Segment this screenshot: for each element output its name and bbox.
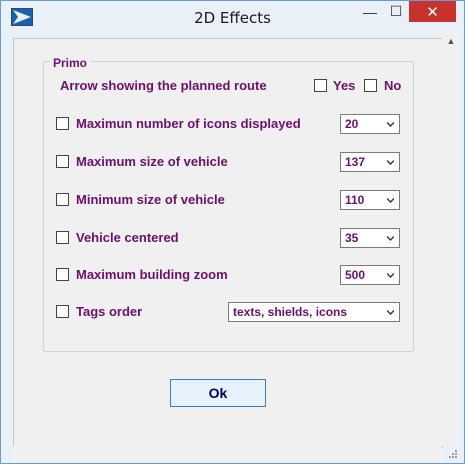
maximize-icon: ☐ [389,3,403,19]
max-vehicle-size-label: Maximum size of vehicle [76,154,228,169]
chevron-down-icon [387,310,394,315]
tags-order-value: texts, shields, icons [233,305,348,319]
dialog-client-area: Primo Arrow showing the planned route Ye… [13,38,443,448]
min-vehicle-size-value: 110 [345,193,365,207]
max-building-zoom-label: Maximum building zoom [76,267,228,282]
arrow-route-no-label: No [384,78,402,93]
dialog-window: 2D Effects — ☐ ✕ Primo Arrow showing the… [0,0,465,464]
chevron-down-icon [387,198,394,203]
max-building-zoom-value: 500 [345,268,366,282]
chevron-down-icon [387,122,394,127]
max-icons-select[interactable]: 20 [340,114,400,134]
vertical-scrollbar[interactable]: ▲ [442,32,460,446]
horizontal-scrollbar[interactable] [13,446,442,461]
title-bar[interactable]: 2D Effects — ☐ ✕ [1,1,464,32]
resize-grip-icon[interactable] [442,446,460,461]
max-building-zoom-select[interactable]: 500 [340,265,400,285]
tags-order-select[interactable]: texts, shields, icons [228,302,400,322]
vehicle-centered-label: Vehicle centered [76,230,179,245]
close-icon: ✕ [426,3,439,21]
max-vehicle-size-checkbox[interactable] [56,155,69,168]
close-button[interactable]: ✕ [409,1,456,22]
max-vehicle-size-value: 137 [345,155,366,169]
min-vehicle-size-checkbox[interactable] [56,193,69,206]
arrow-route-no-checkbox[interactable] [364,79,377,92]
minimize-icon: — [363,3,377,20]
vehicle-centered-checkbox[interactable] [56,231,69,244]
min-vehicle-size-label: Minimum size of vehicle [76,192,225,207]
tags-order-label: Tags order [76,304,143,319]
max-icons-label: Maximun number of icons displayed [76,116,301,131]
group-title: Primo [50,56,91,70]
maximize-button[interactable]: ☐ [383,1,409,22]
arrow-route-yes-label: Yes [333,78,356,93]
max-vehicle-size-select[interactable]: 137 [340,152,400,172]
arrow-route-yes-checkbox[interactable] [314,79,327,92]
minimize-button[interactable]: — [357,1,383,22]
max-icons-value: 20 [345,117,359,131]
vehicle-centered-select[interactable]: 35 [340,228,400,248]
min-vehicle-size-select[interactable]: 110 [340,190,400,210]
chevron-down-icon [387,236,394,241]
chevron-down-icon [387,160,394,165]
ok-button[interactable]: Ok [170,379,266,407]
max-building-zoom-checkbox[interactable] [56,268,69,281]
max-icons-checkbox[interactable] [56,117,69,130]
chevron-down-icon [387,273,394,278]
scroll-up-icon[interactable]: ▲ [442,32,460,49]
vehicle-centered-value: 35 [345,231,359,245]
arrow-route-label: Arrow showing the planned route [60,78,267,93]
tags-order-checkbox[interactable] [56,305,69,318]
